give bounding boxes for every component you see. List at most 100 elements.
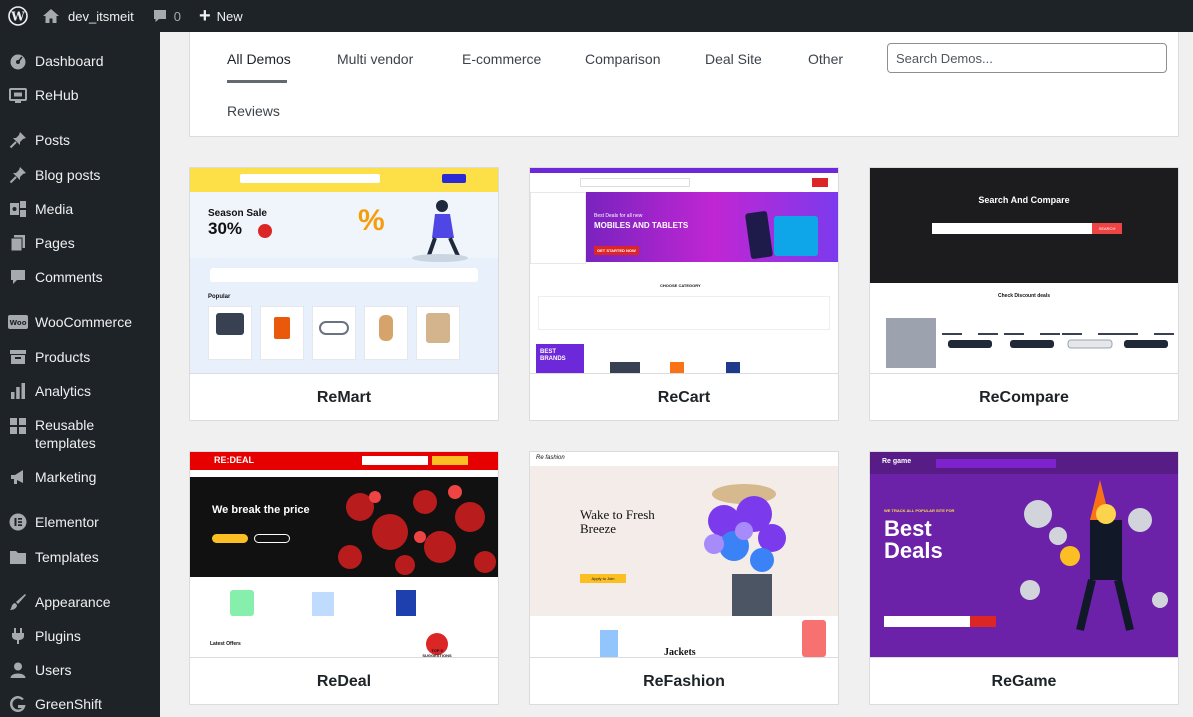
sidebar-item-pages[interactable]: Pages <box>0 233 160 253</box>
sidebar-item-label: Pages <box>35 235 75 251</box>
elementor-icon <box>8 512 28 532</box>
tab-deal-site[interactable]: Deal Site <box>705 51 762 67</box>
sidebar-item-greenshift[interactable]: GreenShift <box>0 694 160 714</box>
sidebar-item-label: Reusable templates <box>35 417 96 451</box>
sidebar-item-comments[interactable]: Comments <box>0 267 160 287</box>
demo-thumbnail[interactable]: Re game WE TRACK ALL POPULAR SITE FOR Be… <box>870 452 1178 657</box>
new-content-link[interactable]: + New <box>189 0 251 32</box>
demo-title[interactable]: ReMart <box>190 373 498 420</box>
flowers-illustration-icon <box>704 484 786 616</box>
roses-illustration-icon <box>338 485 496 575</box>
user-icon <box>8 660 28 680</box>
thumb-product <box>726 362 740 373</box>
tab-all-demos[interactable]: All Demos <box>227 51 291 67</box>
sidebar-item-users[interactable]: Users <box>0 660 160 680</box>
thumb-section-label: CHOOSE CATEGORY <box>660 283 701 288</box>
thumb-section-label: Check Discount deals <box>998 293 1050 299</box>
thumb-product <box>886 318 936 368</box>
thumb-signup-button <box>212 534 248 543</box>
demo-card-redeal[interactable]: RE:DEAL We break the price Latest Offers… <box>189 451 499 705</box>
demo-thumbnail[interactable]: Season Sale 30% % Popular <box>190 168 498 373</box>
search-demos-input[interactable] <box>887 43 1167 73</box>
tab-e-commerce[interactable]: E-commerce <box>462 51 541 67</box>
sidebar-item-blog-posts[interactable]: Blog posts <box>0 165 160 185</box>
sidebar-item-label: Blog posts <box>35 167 101 183</box>
demo-title[interactable]: ReCart <box>530 373 838 420</box>
media-icon <box>8 199 28 219</box>
sidebar-item-woocommerce[interactable]: Woo WooCommerce <box>0 312 160 332</box>
thumb-product <box>802 620 826 657</box>
comments-count: 0 <box>173 8 181 24</box>
sidebar-item-posts[interactable]: Posts <box>0 130 160 150</box>
thumb-product <box>600 630 618 657</box>
rehub-icon <box>8 85 28 105</box>
demo-card-refashion[interactable]: Re fashion Wake to Fresh Breeze Apply to… <box>529 451 839 705</box>
sidebar-item-dashboard[interactable]: Dashboard <box>0 51 160 71</box>
thumb-logo: Re fashion <box>536 455 565 461</box>
thumb-product-card <box>312 306 356 360</box>
thumb-logo: RE:DEAL <box>214 455 254 465</box>
admin-sidebar: Dashboard ReHub Posts Blog posts Media P… <box>0 32 160 717</box>
sidebar-item-products[interactable]: Products <box>0 347 160 367</box>
demo-title[interactable]: ReCompare <box>870 373 1178 420</box>
thumb-product-card <box>208 306 252 360</box>
tab-comparison[interactable]: Comparison <box>585 51 660 67</box>
demo-thumbnail[interactable]: Re fashion Wake to Fresh Breeze Apply to… <box>530 452 838 657</box>
thumb-product-card <box>260 306 304 360</box>
thumb-hero-button: Apply to Join <box>580 574 626 583</box>
sidebar-item-label: Media <box>35 201 74 217</box>
demo-card-recompare[interactable]: Search And Compare SEARCH Check Discount… <box>869 167 1179 421</box>
demo-card-remart[interactable]: Season Sale 30% % Popular ReMart <box>189 167 499 421</box>
demo-thumbnail[interactable]: Search And Compare SEARCH Check Discount… <box>870 168 1178 373</box>
demo-title[interactable]: ReDeal <box>190 657 498 704</box>
pages-icon <box>8 233 28 253</box>
sidebar-item-reusable-templates[interactable]: Reusable templates <box>0 416 160 452</box>
admin-bar: W dev_itsmeit 0 + New <box>0 0 1193 32</box>
demo-thumbnail[interactable]: Best Deals for all new MOBILES AND TABLE… <box>530 168 838 373</box>
svg-text:W: W <box>10 10 25 24</box>
svg-text:Woo: Woo <box>9 319 26 327</box>
sidebar-item-plugins[interactable]: Plugins <box>0 626 160 646</box>
thumb-logo: Re game <box>882 458 912 465</box>
demo-card-regame[interactable]: Re game WE TRACK ALL POPULAR SITE FOR Be… <box>869 451 1179 705</box>
thumb-hero-button: GET STARTED NOW <box>594 246 639 255</box>
brush-icon <box>8 592 28 612</box>
comments-link[interactable]: 0 <box>142 0 189 32</box>
demo-title[interactable]: ReGame <box>870 657 1178 704</box>
thumb-hero-subtitle: WE TRACK ALL POPULAR SITE FOR <box>884 508 955 513</box>
demo-thumbnail[interactable]: RE:DEAL We break the price Latest Offers… <box>190 452 498 657</box>
archive-icon <box>8 347 28 367</box>
megaphone-icon <box>8 467 28 487</box>
tab-reviews[interactable]: Reviews <box>227 103 280 119</box>
thumb-hero-title: Wake to Fresh Breeze <box>580 507 655 536</box>
wordpress-logo-icon[interactable]: W <box>0 0 36 32</box>
sidebar-item-label: Comments <box>35 269 103 285</box>
sidebar-item-elementor[interactable]: Elementor <box>0 512 160 532</box>
sidebar-item-label: Analytics <box>35 383 92 399</box>
sidebar-item-analytics[interactable]: Analytics <box>0 381 160 401</box>
sidebar-item-label: Templates <box>35 549 99 565</box>
comment-icon <box>8 267 28 287</box>
thumb-search-bar <box>580 178 690 187</box>
tab-multi-vendor[interactable]: Multi vendor <box>337 51 413 67</box>
thumb-section-label: Latest Offers <box>210 641 241 647</box>
demo-title[interactable]: ReFashion <box>530 657 838 704</box>
thumb-product <box>610 362 640 373</box>
thumb-product <box>396 590 416 616</box>
dashboard-icon <box>8 51 28 71</box>
thumb-search-bar <box>362 456 428 465</box>
home-icon <box>42 8 60 24</box>
tab-other[interactable]: Other <box>808 51 843 67</box>
sidebar-item-rehub[interactable]: ReHub <box>0 85 160 105</box>
gamer-illustration-icon <box>1020 480 1168 631</box>
sidebar-item-label: Appearance <box>35 594 111 610</box>
sidebar-item-appearance[interactable]: Appearance <box>0 592 160 612</box>
drones-illustration-icon <box>942 333 1174 349</box>
sidebar-item-templates[interactable]: Templates <box>0 547 160 567</box>
sidebar-item-media[interactable]: Media <box>0 199 160 219</box>
sidebar-item-marketing[interactable]: Marketing <box>0 467 160 487</box>
site-name-link[interactable]: dev_itsmeit <box>36 0 142 32</box>
shopper-illustration-icon <box>412 200 468 262</box>
thumb-section-title: Jackets <box>664 647 696 657</box>
demo-card-recart[interactable]: Best Deals for all new MOBILES AND TABLE… <box>529 167 839 421</box>
